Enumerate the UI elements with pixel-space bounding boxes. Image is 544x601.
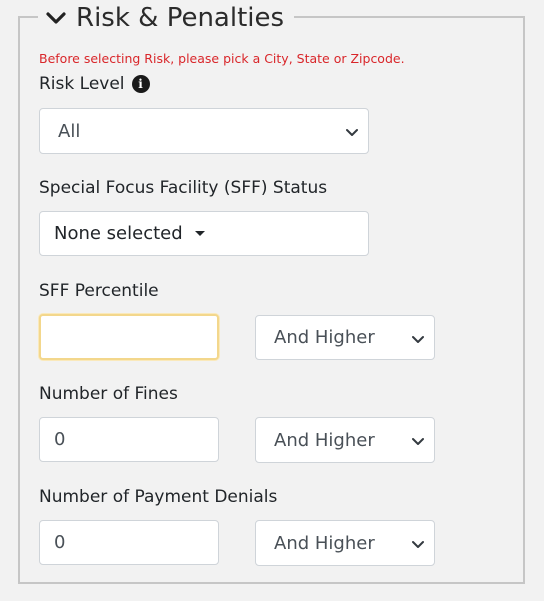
sff-percentile-comparator: And Higher — [274, 327, 375, 348]
risk-level-selected: All — [58, 120, 81, 142]
chevron-down-icon — [46, 11, 66, 25]
sff-percentile-input[interactable] — [39, 314, 219, 360]
chevron-down-icon — [412, 430, 424, 451]
section-toggle[interactable]: Risk & Penalties — [38, 0, 295, 36]
risk-warning-message: Before selecting Risk, please pick a Cit… — [39, 51, 405, 66]
caret-down-icon — [194, 231, 205, 236]
sff-percentile-label: SFF Percentile — [39, 281, 159, 301]
risk-level-select[interactable]: All — [39, 108, 369, 154]
payment-denials-comparator-select[interactable]: And Higher — [255, 520, 435, 566]
payment-denials-value: 0 — [54, 532, 66, 553]
fines-input[interactable]: 0 — [39, 417, 219, 462]
chevron-down-icon — [412, 327, 424, 348]
sff-status-multiselect[interactable]: None selected — [39, 211, 369, 256]
info-icon[interactable]: i — [131, 75, 150, 93]
chevron-down-icon — [412, 533, 424, 554]
sff-status-label: Special Focus Facility (SFF) Status — [39, 178, 328, 198]
chevron-down-icon — [346, 121, 358, 142]
payment-denials-comparator: And Higher — [274, 532, 375, 554]
payment-denials-input[interactable]: 0 — [39, 520, 219, 565]
risk-level-label-text: Risk Level — [39, 74, 125, 94]
risk-level-label: Risk Level i — [39, 74, 150, 94]
section-title: Risk & Penalties — [76, 3, 285, 33]
fines-label: Number of Fines — [39, 384, 178, 404]
payment-denials-label: Number of Payment Denials — [39, 487, 278, 507]
fines-comparator-select[interactable]: And Higher — [255, 417, 435, 463]
fines-comparator: And Higher — [274, 429, 375, 451]
fines-value: 0 — [54, 429, 66, 450]
sff-percentile-comparator-select[interactable]: And Higher — [255, 315, 435, 360]
sff-status-selected: None selected — [54, 223, 183, 244]
